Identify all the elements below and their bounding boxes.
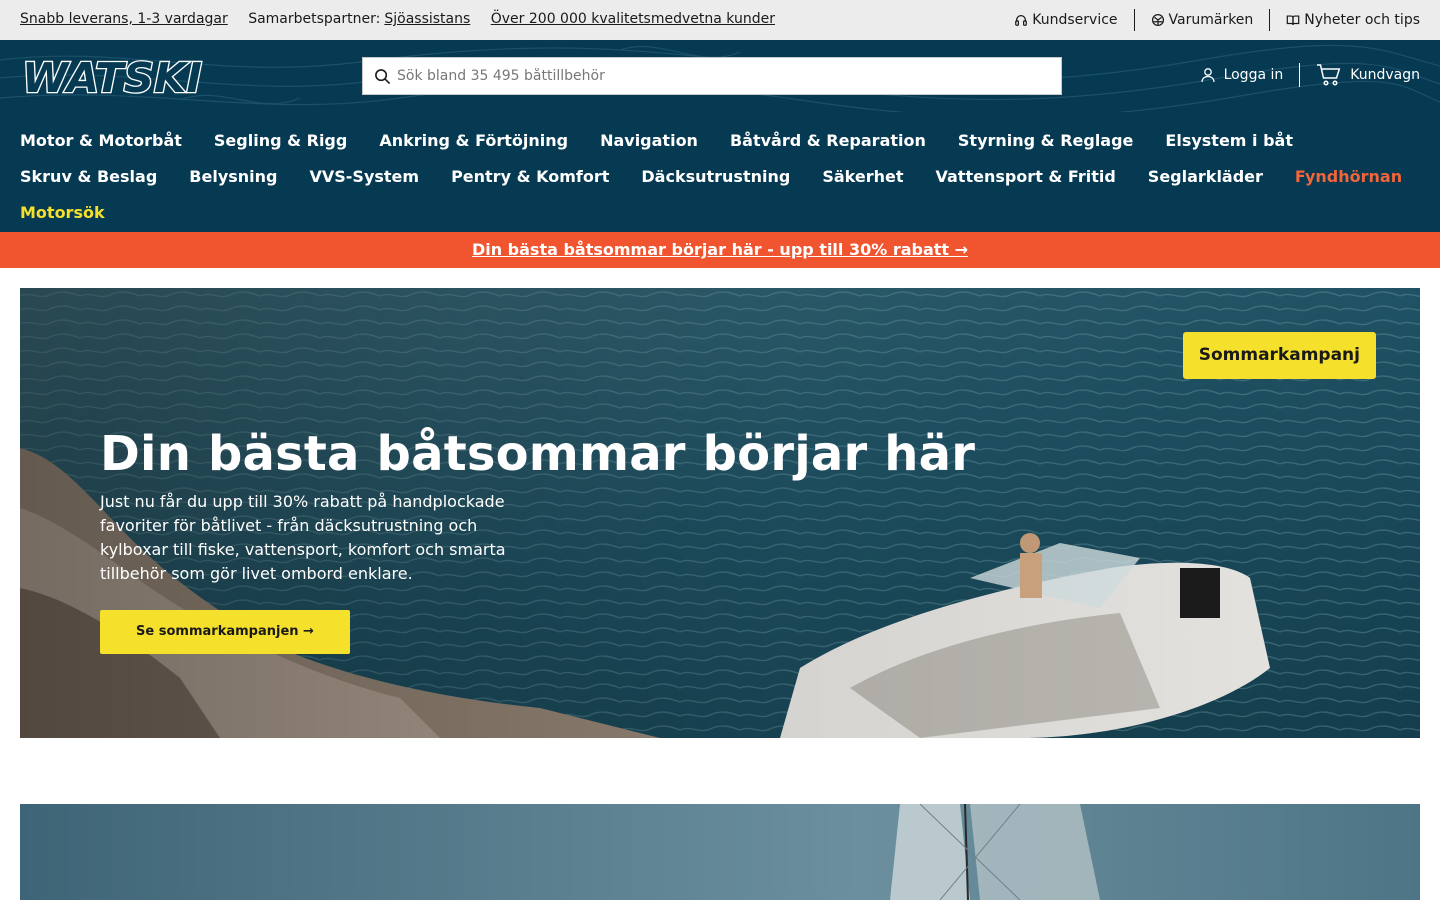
customer-service-link[interactable]: Kundservice bbox=[998, 9, 1133, 31]
brands-icon bbox=[1151, 13, 1164, 27]
account-area: Logga in Kundvagn bbox=[1200, 62, 1420, 88]
watski-logo[interactable]: WATSKI bbox=[20, 55, 206, 97]
nav-row: Skruv & Beslag Belysning VVS-System Pent… bbox=[20, 158, 1420, 194]
nav-item-segling[interactable]: Segling & Rigg bbox=[214, 131, 347, 150]
nav-item-seglarklader[interactable]: Seglarkläder bbox=[1148, 167, 1263, 186]
divider bbox=[1299, 63, 1301, 87]
secondary-banner[interactable] bbox=[20, 804, 1420, 900]
logo-text: WATSKI bbox=[22, 55, 202, 97]
nav-item-skruv[interactable]: Skruv & Beslag bbox=[20, 167, 157, 186]
login-label: Logga in bbox=[1223, 67, 1284, 83]
nav-item-vattensport[interactable]: Vattensport & Fritid bbox=[935, 167, 1115, 186]
promo-link[interactable]: Din bästa båtsommar börjar här - upp til… bbox=[472, 240, 968, 259]
nav-item-navigation[interactable]: Navigation bbox=[600, 131, 698, 150]
login-link[interactable]: Logga in bbox=[1200, 67, 1284, 83]
cart-link[interactable]: Kundvagn bbox=[1316, 62, 1420, 88]
book-icon bbox=[1286, 15, 1300, 25]
nav-item-motor[interactable]: Motor & Motorbåt bbox=[20, 131, 182, 150]
promo-banner: Din bästa båtsommar börjar här - upp til… bbox=[0, 232, 1440, 268]
nav-item-dacksutrustning[interactable]: Däcksutrustning bbox=[641, 167, 790, 186]
utility-menu: Kundservice Varumärken Nyheter och tips bbox=[998, 9, 1420, 31]
hero-title: Din bästa båtsommar börjar här bbox=[100, 426, 976, 482]
brands-label: Varumärken bbox=[1168, 12, 1254, 28]
customers-link[interactable]: Över 200 000 kvalitetsmedvetna kunder bbox=[491, 11, 775, 27]
sailboat-image bbox=[20, 804, 1420, 900]
news-link[interactable]: Nyheter och tips bbox=[1270, 9, 1420, 31]
utility-bar: Snabb leverans, 1-3 vardagar Samarbetspa… bbox=[0, 0, 1440, 40]
utility-links: Snabb leverans, 1-3 vardagar Samarbetspa… bbox=[20, 11, 791, 27]
cart-icon bbox=[1317, 64, 1341, 86]
partner-label: Samarbetspartner: bbox=[248, 11, 381, 27]
nav-item-motorsok[interactable]: Motorsök bbox=[20, 203, 105, 222]
nav-item-vvs[interactable]: VVS-System bbox=[309, 167, 419, 186]
nav-item-ankring[interactable]: Ankring & Förtöjning bbox=[379, 131, 568, 150]
hero-text: Just nu får du upp till 30% rabatt på ha… bbox=[100, 492, 506, 583]
search-icon bbox=[375, 68, 391, 84]
search-input[interactable] bbox=[397, 59, 1061, 93]
news-label: Nyheter och tips bbox=[1304, 12, 1420, 28]
campaign-badge: Sommarkampanj bbox=[1182, 332, 1376, 379]
partner-link[interactable]: Sjöassistans bbox=[384, 11, 470, 27]
nav-item-pentry[interactable]: Pentry & Komfort bbox=[451, 167, 609, 186]
user-icon bbox=[1200, 68, 1215, 83]
nav-item-styrning[interactable]: Styrning & Reglage bbox=[958, 131, 1134, 150]
nav-item-fyndhornan[interactable]: Fyndhörnan bbox=[1295, 167, 1402, 186]
nav-item-sakerhet[interactable]: Säkerhet bbox=[822, 167, 903, 186]
headset-icon bbox=[1015, 15, 1028, 26]
partner-info: Samarbetspartner: Sjöassistans bbox=[248, 11, 470, 27]
search-box[interactable] bbox=[362, 57, 1062, 95]
hero-banner[interactable]: Sommarkampanj Din bästa båtsommar börjar… bbox=[20, 288, 1420, 738]
nav-item-batvard[interactable]: Båtvård & Reparation bbox=[730, 131, 926, 150]
main-navigation: Motor & Motorbåt Segling & Rigg Ankring … bbox=[20, 122, 1420, 230]
nav-item-elsystem[interactable]: Elsystem i båt bbox=[1165, 131, 1293, 150]
campaign-button[interactable]: Se sommarkampanjen → bbox=[100, 610, 350, 654]
nav-row: Motor & Motorbåt Segling & Rigg Ankring … bbox=[20, 122, 1420, 158]
customer-service-label: Kundservice bbox=[1032, 12, 1118, 28]
brands-link[interactable]: Varumärken bbox=[1135, 9, 1270, 31]
cart-label: Kundvagn bbox=[1350, 67, 1420, 83]
nav-row: Motorsök bbox=[20, 194, 1420, 230]
delivery-link[interactable]: Snabb leverans, 1-3 vardagar bbox=[20, 11, 228, 27]
nav-item-belysning[interactable]: Belysning bbox=[189, 167, 277, 186]
site-header: WATSKI Logga in Kundvagn Motor & Motorbå… bbox=[0, 40, 1440, 232]
